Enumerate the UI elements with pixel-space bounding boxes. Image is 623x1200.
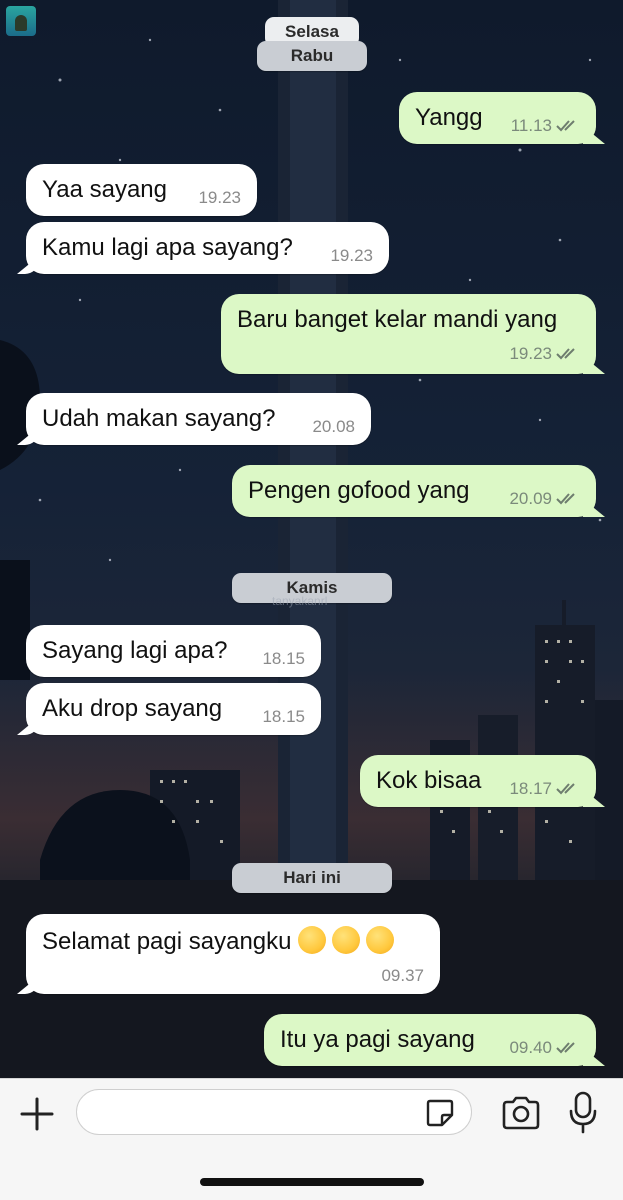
message-bubble-outgoing[interactable]: Baru banget kelar mandi yang 19.23 [221, 294, 596, 374]
message-text: Udah makan sayang? [42, 405, 276, 432]
double-check-icon [556, 1042, 575, 1054]
message-bubble-outgoing[interactable]: Kok bisaa 18.17 [360, 755, 596, 807]
message-time: 20.09 [509, 489, 552, 508]
smiling-face-with-hearts-icon [297, 926, 326, 954]
message-time: 18.15 [262, 707, 305, 726]
message-time: 11.13 [510, 116, 552, 135]
message-meta: 18.17 [509, 779, 580, 799]
message-text: Pengen gofood yang [248, 477, 470, 504]
message-time: 19.23 [330, 246, 373, 265]
message-bubble-outgoing[interactable]: Yangg 11.13 [399, 92, 596, 144]
message-text: Selamat pagi sayangku [42, 928, 292, 955]
message-bubble-incoming[interactable]: Kamu lagi apa sayang? 19.23 [26, 222, 389, 274]
message-text: Itu ya pagi sayang [280, 1026, 475, 1053]
message-time: 20.08 [312, 417, 355, 436]
hugging-face-icon [331, 926, 360, 954]
microphone-icon[interactable] [568, 1091, 598, 1135]
message-time: 18.15 [262, 649, 305, 668]
message-text: Sayang lagi apa? [42, 637, 228, 664]
message-time: 18.17 [509, 779, 552, 798]
message-meta: 19.23 [509, 344, 580, 364]
message-text: Aku drop sayang [42, 695, 223, 722]
message-text: Yangg [415, 104, 483, 131]
message-input[interactable] [76, 1089, 472, 1135]
message-time: 09.37 [381, 966, 424, 985]
date-chip-hari-ini: Hari ini [232, 863, 392, 893]
message-bubble-incoming[interactable]: Sayang lagi apa? 18.15 [26, 625, 321, 677]
double-check-icon [556, 348, 575, 360]
message-meta: 11.13 [511, 116, 580, 136]
double-check-icon [556, 783, 575, 795]
message-time: 19.23 [198, 188, 241, 207]
face-blowing-kiss-icon [365, 926, 394, 954]
plus-icon[interactable] [18, 1095, 56, 1133]
watermark: tanyakanrl [272, 594, 328, 608]
message-bubble-outgoing[interactable]: Itu ya pagi sayang 09.40 [264, 1014, 596, 1066]
double-check-icon [556, 120, 575, 132]
date-chip-rabu: Rabu [257, 41, 367, 71]
message-bubble-incoming[interactable]: Yaa sayang 19.23 [26, 164, 257, 216]
message-text-row: Selamat pagi sayangku [42, 926, 394, 956]
message-time: 19.23 [509, 344, 552, 363]
message-bubble-incoming[interactable]: Aku drop sayang 18.15 [26, 683, 321, 735]
double-check-icon [556, 493, 575, 505]
message-text: Kamu lagi apa sayang? [42, 234, 293, 261]
chat-area: Selasa Rabu Yangg 11.13 Yaa sayang 19.23… [0, 0, 623, 1078]
message-bubble-incoming[interactable]: Selamat pagi sayangku 09.37 [26, 914, 440, 994]
sticker-icon[interactable] [424, 1097, 456, 1129]
message-meta: 09.40 [509, 1038, 580, 1058]
message-meta: 20.09 [509, 489, 580, 509]
camera-icon[interactable] [500, 1095, 542, 1131]
home-indicator [200, 1178, 424, 1186]
message-bubble-outgoing[interactable]: Pengen gofood yang 20.09 [232, 465, 596, 517]
message-text: Kok bisaa [376, 767, 482, 794]
message-text: Yaa sayang [42, 176, 167, 203]
message-time: 09.40 [509, 1038, 552, 1057]
message-bubble-incoming[interactable]: Udah makan sayang? 20.08 [26, 393, 371, 445]
message-text: Baru banget kelar mandi yang [237, 306, 558, 333]
